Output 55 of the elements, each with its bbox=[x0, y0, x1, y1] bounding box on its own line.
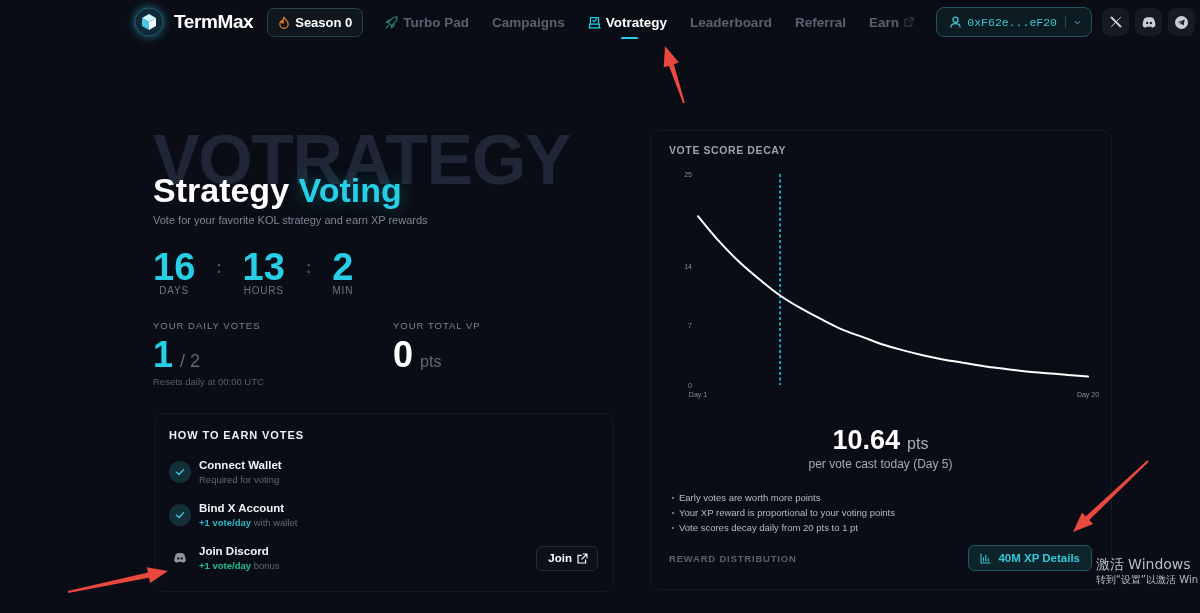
task-title: Connect Wallet bbox=[199, 458, 282, 473]
stat-note: Resets daily at 00:00 UTC bbox=[153, 376, 265, 388]
task-note: Required for voting bbox=[199, 473, 280, 486]
bar-chart-icon bbox=[980, 552, 992, 564]
countdown-unit: DAYS bbox=[159, 285, 189, 297]
stat-value: 1 bbox=[153, 335, 174, 375]
card-title: HOW TO EARN VOTES bbox=[169, 428, 305, 442]
page-subtitle: Vote for your favorite KOL strategy and earn XP rewards bbox=[153, 213, 429, 228]
join-button[interactable]: Join bbox=[536, 545, 598, 571]
score-value: 10.64 bbox=[832, 424, 901, 456]
countdown-separator: : bbox=[216, 258, 222, 278]
score-caption: per vote cast today (Day 5) bbox=[808, 456, 953, 472]
task-note: +1 vote/day bonus bbox=[199, 559, 280, 572]
external-link-icon bbox=[577, 552, 588, 564]
task-title: Bind X Account bbox=[199, 501, 285, 516]
stat-suffix: / 2 bbox=[180, 351, 201, 372]
x-social-button[interactable] bbox=[1102, 8, 1129, 36]
note-text: Vote scores decay daily from 20 pts to 1 pt bbox=[679, 521, 858, 535]
panel-title: VOTE SCORE DECAY bbox=[669, 143, 787, 157]
task-title: Join Discord bbox=[199, 544, 269, 559]
score-unit: pts bbox=[907, 435, 929, 453]
telegram-icon bbox=[1175, 15, 1188, 29]
season-button[interactable]: Season 0 bbox=[267, 7, 364, 37]
countdown-value: 16 bbox=[153, 248, 196, 286]
activation-notice-title: 激活 Windows bbox=[1095, 555, 1191, 573]
stat-suffix: pts bbox=[420, 353, 442, 371]
x-logo-icon bbox=[1109, 16, 1122, 28]
annotation-arrow bbox=[663, 46, 685, 104]
stat-value: 0 bbox=[393, 335, 414, 375]
note-text: Early votes are worth more points bbox=[679, 491, 821, 505]
brand-name: TermMax bbox=[174, 11, 254, 33]
nav-link[interactable]: Votrategy bbox=[587, 0, 668, 44]
discord-icon bbox=[1141, 16, 1156, 28]
chevron-down-icon bbox=[1074, 19, 1081, 25]
countdown-unit: MIN bbox=[332, 285, 354, 297]
rocket-icon bbox=[385, 15, 399, 29]
stat-label: YOUR TOTAL VP bbox=[393, 320, 482, 332]
cube-logo-icon[interactable] bbox=[134, 7, 164, 37]
countdown-value: 13 bbox=[242, 248, 285, 286]
ballot-box-icon bbox=[587, 15, 601, 29]
task-note: +1 vote/day with wallet bbox=[199, 516, 298, 529]
telegram-social-button[interactable] bbox=[1168, 8, 1195, 36]
countdown-unit: HOURS bbox=[243, 285, 284, 297]
external-link-icon bbox=[903, 17, 914, 27]
user-icon bbox=[950, 16, 962, 28]
note-text: Your XP reward is proportional to your voting points bbox=[679, 506, 895, 520]
countdown-separator: : bbox=[305, 258, 312, 278]
stat-label: YOUR DAILY VOTES bbox=[153, 320, 262, 332]
discord-social-button[interactable] bbox=[1135, 8, 1162, 36]
flame-icon bbox=[279, 15, 290, 29]
reward-distribution-label: REWARD DISTRIBUTION bbox=[669, 552, 797, 564]
activation-notice-subtitle: 转到“设置”以激活 Win bbox=[1095, 573, 1198, 586]
countdown-value: 2 bbox=[332, 248, 354, 286]
wallet-button[interactable]: 0xF62e...eF20 bbox=[936, 7, 1092, 37]
xp-details-button[interactable]: 40M XP Details bbox=[968, 545, 1092, 571]
